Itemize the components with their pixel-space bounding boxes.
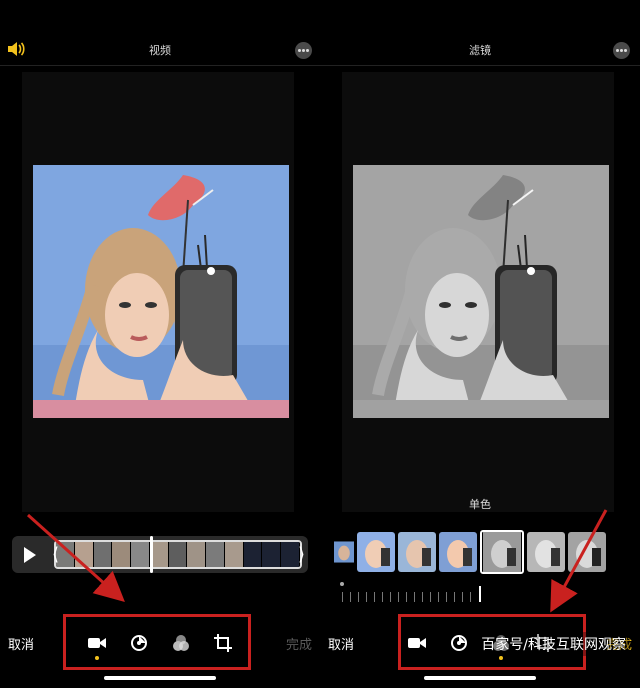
cancel-button[interactable]: 取消 <box>328 634 354 653</box>
cancel-button[interactable]: 取消 <box>8 634 34 653</box>
intensity-slider[interactable] <box>338 578 624 606</box>
play-icon <box>24 546 36 563</box>
filter-thumb[interactable] <box>568 532 606 572</box>
play-button[interactable] <box>12 536 48 573</box>
video-timeline[interactable]: ⟨ ⟩ <box>12 536 308 573</box>
top-bar: 滤镜 <box>320 0 640 66</box>
frame-strip[interactable] <box>54 540 302 569</box>
slider-thumb[interactable] <box>479 586 481 602</box>
home-indicator <box>424 676 536 680</box>
done-button[interactable]: 完成 <box>286 634 312 653</box>
filter-thumb[interactable] <box>398 532 436 572</box>
ellipsis-icon[interactable] <box>613 42 630 59</box>
filter-name-label: 单色 <box>469 498 491 511</box>
page-title: 视频 <box>149 44 171 57</box>
video-editor-panel: 视频 ⟨ ⟩ 取消 完成 <box>0 0 320 688</box>
filter-thumb[interactable] <box>527 532 565 572</box>
top-bar: 视频 <box>0 0 320 66</box>
playhead[interactable] <box>150 536 153 573</box>
ellipsis-icon[interactable] <box>295 42 312 59</box>
filter-thumb[interactable] <box>357 532 395 572</box>
video-preview-mono <box>353 165 609 418</box>
watermark: 百家号/科技互联网观察 <box>477 632 630 656</box>
trim-handle-left[interactable]: ⟨ <box>52 544 59 565</box>
filter-editor-panel: 滤镜 单色 取消 完成 <box>320 0 640 688</box>
filter-thumb[interactable] <box>334 532 354 572</box>
filter-thumb[interactable] <box>439 532 477 572</box>
annotation-box <box>63 614 251 670</box>
trim-handle-right[interactable]: ⟩ <box>298 544 305 565</box>
slider-origin-dot <box>340 582 344 586</box>
home-indicator <box>104 676 216 680</box>
page-title: 滤镜 <box>469 44 491 57</box>
video-preview <box>33 165 289 418</box>
filter-thumb-selected[interactable] <box>480 530 524 574</box>
filter-carousel[interactable] <box>334 530 640 574</box>
